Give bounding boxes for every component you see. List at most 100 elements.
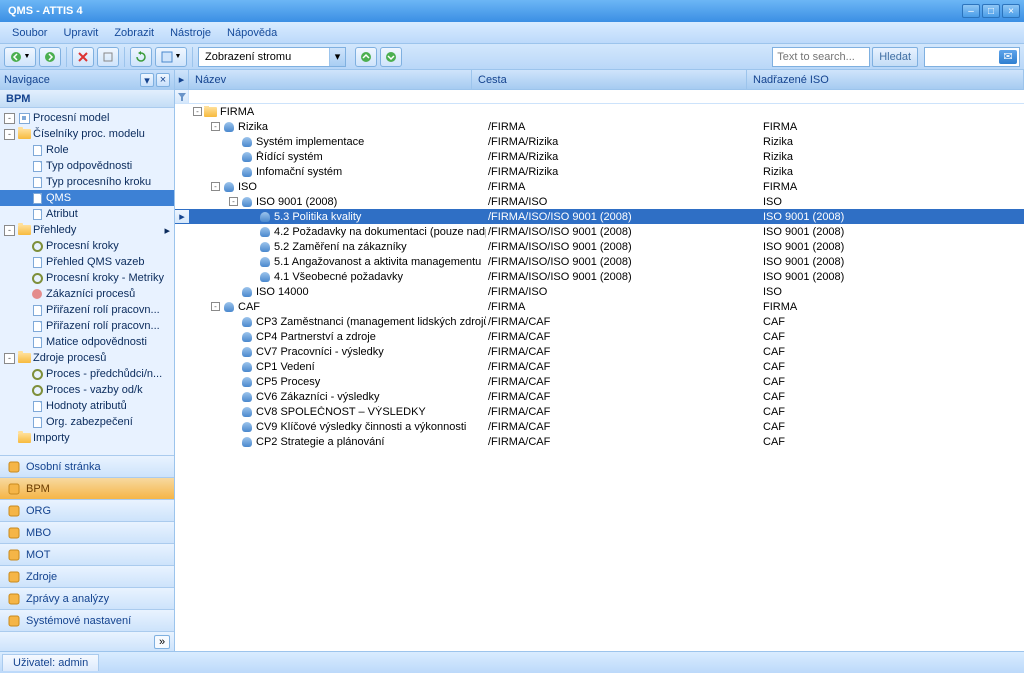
table-row[interactable]: Systém implementace/FIRMA/RizikaRizika: [175, 134, 1024, 149]
table-row[interactable]: CV8 SPOLEČNOST – VÝSLEDKY/FIRMA/CAFCAF: [175, 404, 1024, 419]
menu-zobrazit[interactable]: Zobrazit: [108, 25, 160, 41]
nav-item[interactable]: Přiřazení rolí pracovn...: [0, 318, 174, 334]
table-row[interactable]: CP3 Zaměstnanci (management lidských zdr…: [175, 314, 1024, 329]
nav-section-button[interactable]: Osobní stránka: [0, 455, 174, 477]
delete-button[interactable]: [72, 47, 94, 67]
edit-button[interactable]: [97, 47, 119, 67]
db-icon: [240, 316, 253, 328]
nav-section-button[interactable]: Systémové nastavení: [0, 609, 174, 631]
nav-tree[interactable]: -Procesní model-Číselníky proc. modeluRo…: [0, 108, 174, 455]
nav-item-label: Přiřazení rolí pracovn...: [46, 320, 160, 332]
nav-item[interactable]: Atribut: [0, 206, 174, 222]
expand-icon[interactable]: -: [4, 129, 15, 140]
col-cesta[interactable]: Cesta: [472, 70, 747, 89]
close-button[interactable]: ×: [1002, 4, 1020, 18]
app-title: QMS - ATTIS 4: [4, 5, 962, 17]
table-row[interactable]: -ISO/FIRMAFIRMA: [175, 179, 1024, 194]
search-input[interactable]: [772, 47, 870, 67]
nav-section-button[interactable]: ORG: [0, 499, 174, 521]
row-indicator-header[interactable]: ▸: [175, 70, 189, 89]
nav-close-button[interactable]: ×: [156, 73, 170, 87]
nav-section-button[interactable]: Zprávy a analýzy: [0, 587, 174, 609]
nav-item[interactable]: Hodnoty atributů: [0, 398, 174, 414]
nav-up-button[interactable]: [355, 47, 377, 67]
nav-collapse-button[interactable]: ▾: [140, 73, 154, 87]
nav-more-button[interactable]: »: [154, 635, 170, 649]
table-row[interactable]: 5.2 Zaměření na zákazníky/FIRMA/ISO/ISO …: [175, 239, 1024, 254]
table-row[interactable]: CP5 Procesy/FIRMA/CAFCAF: [175, 374, 1024, 389]
row-name: Řídící systém: [256, 151, 323, 163]
table-row[interactable]: -Rizika/FIRMAFIRMA: [175, 119, 1024, 134]
nav-item[interactable]: -Zdroje procesů: [0, 350, 174, 366]
expand-icon[interactable]: -: [193, 107, 202, 116]
table-row[interactable]: ISO 14000/FIRMA/ISOISO: [175, 284, 1024, 299]
table-row[interactable]: CP2 Strategie a plánování/FIRMA/CAFCAF: [175, 434, 1024, 449]
table-row[interactable]: 4.2 Požadavky na dokumentaci (pouze nadp…: [175, 224, 1024, 239]
view-combo[interactable]: Zobrazení stromu ▾: [198, 47, 346, 67]
nav-item[interactable]: Matice odpovědnosti: [0, 334, 174, 350]
table-row[interactable]: CP4 Partnerství a zdroje/FIRMA/CAFCAF: [175, 329, 1024, 344]
col-nadrazene[interactable]: Nadřazené ISO: [747, 70, 1024, 89]
row-parent: ISO 9001 (2008): [761, 241, 1024, 253]
view-button[interactable]: ▼: [155, 47, 187, 67]
table-row[interactable]: ▸5.3 Politika kvality/FIRMA/ISO/ISO 9001…: [175, 209, 1024, 224]
search-button[interactable]: Hledat: [872, 47, 918, 67]
nav-item[interactable]: Zákazníci procesů: [0, 286, 174, 302]
minimize-button[interactable]: –: [962, 4, 980, 18]
nav-item[interactable]: Typ odpovědnosti: [0, 158, 174, 174]
row-parent: CAF: [761, 316, 1024, 328]
expand-icon[interactable]: -: [229, 197, 238, 206]
menu-napoveda[interactable]: Nápověda: [221, 25, 283, 41]
table-row[interactable]: CP1 Vedení/FIRMA/CAFCAF: [175, 359, 1024, 374]
nav-section-button[interactable]: Zdroje: [0, 565, 174, 587]
mail-icon: ✉: [999, 50, 1017, 64]
nav-item[interactable]: Org. zabezpečení: [0, 414, 174, 430]
mail-box[interactable]: ✉: [924, 47, 1020, 67]
expand-icon[interactable]: -: [211, 182, 220, 191]
forward-button[interactable]: [39, 47, 61, 67]
menu-nastroje[interactable]: Nástroje: [164, 25, 217, 41]
table-row[interactable]: -ISO 9001 (2008)/FIRMA/ISOISO: [175, 194, 1024, 209]
expand-icon[interactable]: -: [4, 353, 15, 364]
nav-item[interactable]: -Procesní model: [0, 110, 174, 126]
table-row[interactable]: CV6 Zákazníci - výsledky/FIRMA/CAFCAF: [175, 389, 1024, 404]
expand-icon[interactable]: -: [211, 302, 220, 311]
nav-item[interactable]: Procesní kroky: [0, 238, 174, 254]
nav-item[interactable]: Přehled QMS vazeb: [0, 254, 174, 270]
table-row[interactable]: Řídící systém/FIRMA/RizikaRizika: [175, 149, 1024, 164]
expand-icon[interactable]: -: [4, 225, 15, 236]
table-row[interactable]: 4.1 Všeobecné požadavky/FIRMA/ISO/ISO 90…: [175, 269, 1024, 284]
table-row[interactable]: -CAF/FIRMAFIRMA: [175, 299, 1024, 314]
nav-item[interactable]: Přiřazení rolí pracovn...: [0, 302, 174, 318]
folder-icon: [17, 223, 31, 237]
nav-item[interactable]: Procesní kroky - Metriky: [0, 270, 174, 286]
filter-button[interactable]: [175, 90, 189, 103]
expand-icon[interactable]: -: [211, 122, 220, 131]
table-row[interactable]: CV7 Pracovníci - výsledky/FIRMA/CAFCAF: [175, 344, 1024, 359]
menu-soubor[interactable]: Soubor: [6, 25, 53, 41]
menu-upravit[interactable]: Upravit: [57, 25, 104, 41]
nav-section-button[interactable]: MOT: [0, 543, 174, 565]
nav-item[interactable]: QMS: [0, 190, 174, 206]
nav-item[interactable]: Proces - vazby od/k: [0, 382, 174, 398]
nav-section-button[interactable]: BPM: [0, 477, 174, 499]
expand-icon[interactable]: -: [4, 113, 15, 124]
nav-item[interactable]: Role: [0, 142, 174, 158]
nav-item[interactable]: Typ procesního kroku: [0, 174, 174, 190]
nav-item[interactable]: Proces - předchůdci/n...: [0, 366, 174, 382]
nav-section-button[interactable]: MBO: [0, 521, 174, 543]
refresh-button[interactable]: [130, 47, 152, 67]
nav-item[interactable]: -Přehledy▸: [0, 222, 174, 238]
table-row[interactable]: CV9 Klíčové výsledky činnosti a výkonnos…: [175, 419, 1024, 434]
grid[interactable]: -FIRMA-Rizika/FIRMAFIRMASystém implement…: [175, 104, 1024, 651]
view-combo-text: Zobrazení stromu: [199, 51, 329, 63]
table-row[interactable]: -FIRMA: [175, 104, 1024, 119]
maximize-button[interactable]: □: [982, 4, 1000, 18]
nav-down-button[interactable]: [380, 47, 402, 67]
table-row[interactable]: 5.1 Angažovanost a aktivita managementu/…: [175, 254, 1024, 269]
nav-item[interactable]: Importy: [0, 430, 174, 446]
col-nazev[interactable]: Název: [189, 70, 472, 89]
back-button[interactable]: ▼: [4, 47, 36, 67]
table-row[interactable]: Infomační systém/FIRMA/RizikaRizika: [175, 164, 1024, 179]
nav-item[interactable]: -Číselníky proc. modelu: [0, 126, 174, 142]
